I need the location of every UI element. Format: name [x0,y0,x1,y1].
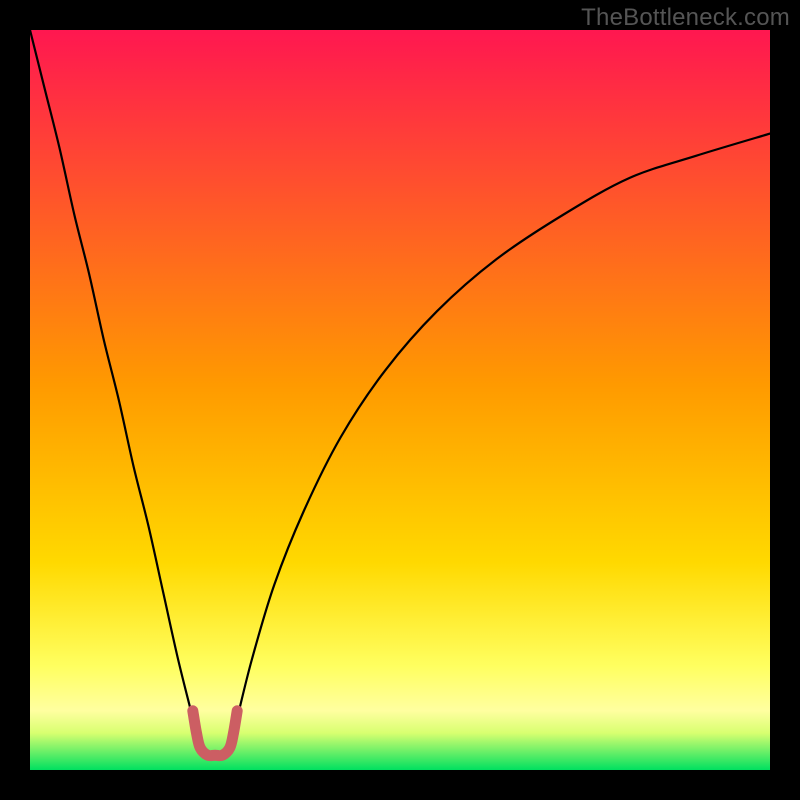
watermark-text: TheBottleneck.com [581,4,790,32]
chart-frame [30,30,770,770]
chart-svg [30,30,770,770]
gradient-bg [30,30,770,770]
